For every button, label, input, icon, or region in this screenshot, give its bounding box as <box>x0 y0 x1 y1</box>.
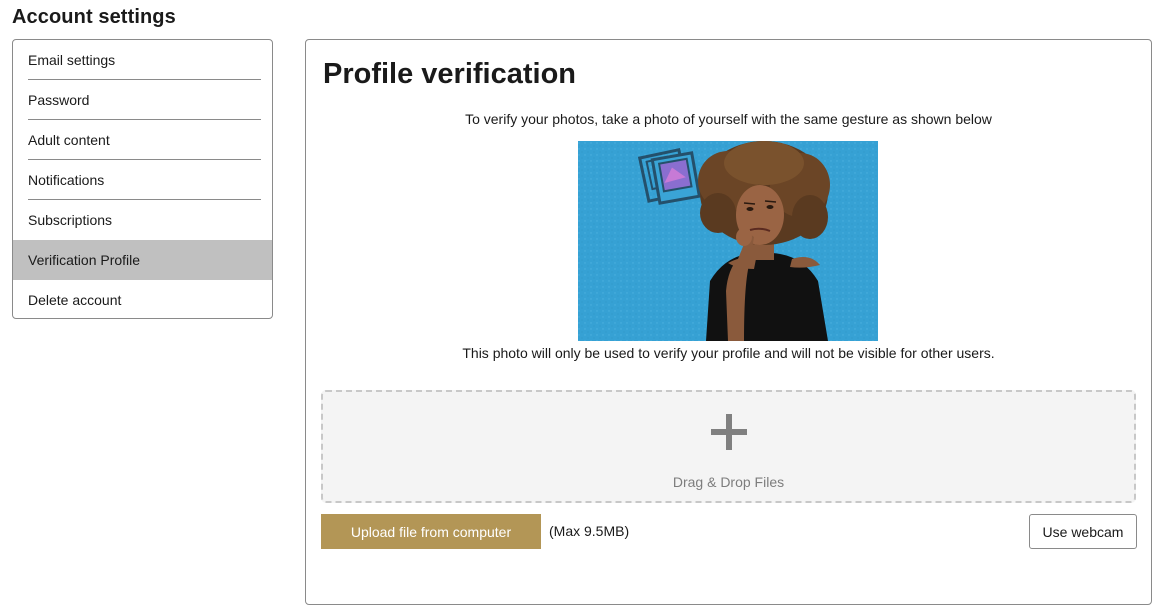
section-title: Profile verification <box>323 58 577 90</box>
sidebar-item-notifications[interactable]: Notifications <box>13 160 272 200</box>
sidebar-item-delete-account[interactable]: Delete account <box>13 280 272 318</box>
sidebar-item-password[interactable]: Password <box>13 80 272 120</box>
sidebar-item-adult-content[interactable]: Adult content <box>13 120 272 160</box>
sample-gesture-photo <box>578 141 878 341</box>
sidebar-item-subscriptions[interactable]: Subscriptions <box>13 200 272 240</box>
settings-sidebar: Email settings Password Adult content No… <box>12 39 273 319</box>
file-dropzone[interactable]: Drag & Drop Files <box>321 390 1136 503</box>
upload-file-button[interactable]: Upload file from computer <box>321 514 541 549</box>
verification-instructions: To verify your photos, take a photo of y… <box>306 111 1151 127</box>
plus-icon <box>711 414 747 450</box>
sidebar-item-verification-profile[interactable]: Verification Profile <box>13 240 272 280</box>
page-title: Account settings <box>12 6 176 28</box>
instructions-text: To verify your photos, take a photo of y… <box>465 111 992 127</box>
use-webcam-button[interactable]: Use webcam <box>1029 514 1137 549</box>
max-file-size: (Max 9.5MB) <box>549 523 630 539</box>
dropzone-label: Drag & Drop Files <box>672 474 785 490</box>
profile-verification-panel: Profile verification To verify your phot… <box>305 39 1152 605</box>
privacy-note: This photo will only be used to verify y… <box>462 345 995 361</box>
sidebar-item-email-settings[interactable]: Email settings <box>13 40 272 80</box>
